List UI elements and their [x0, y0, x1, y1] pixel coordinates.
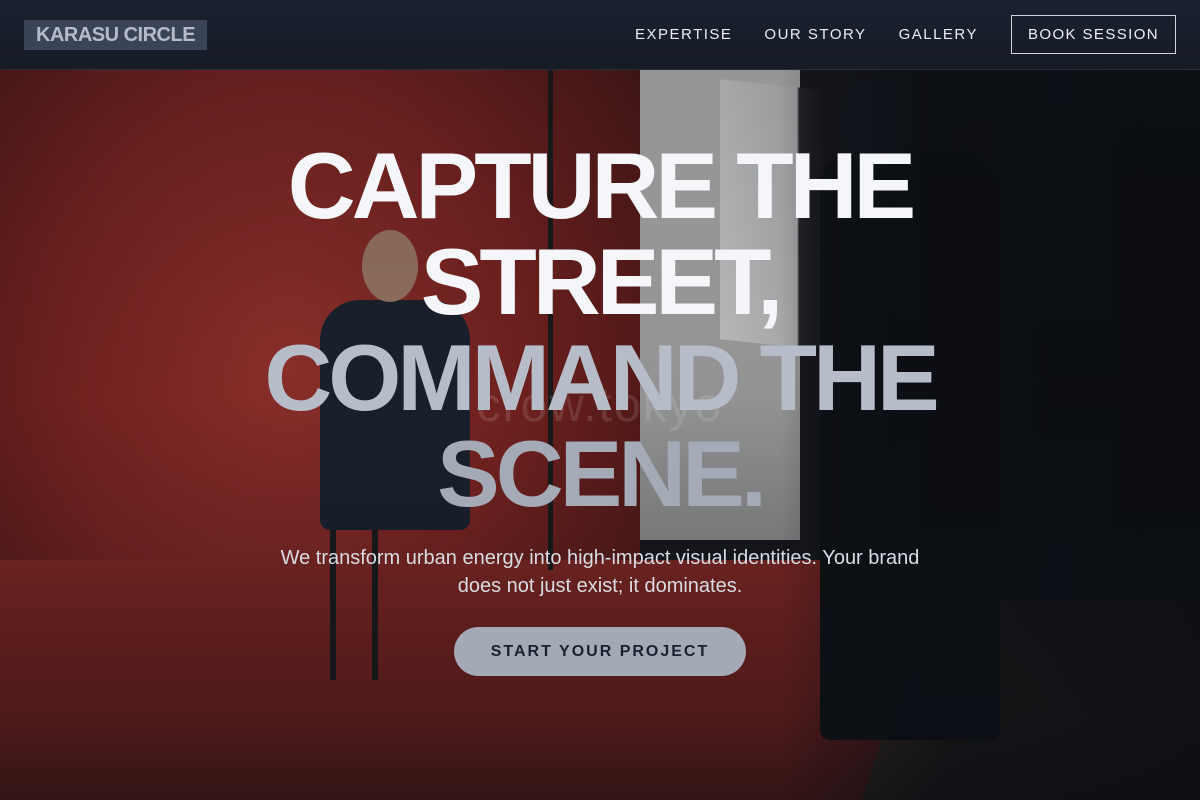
headline-line: CAPTURE THE	[287, 133, 916, 238]
hero-subtitle: We transform urban energy into high-impa…	[280, 547, 920, 597]
nav-link-our-story[interactable]: OUR STORY	[764, 26, 866, 43]
headline-line: SCENE.	[437, 421, 767, 526]
hero-headline: CAPTURE THE STREET, COMMAND THE SCENE.	[0, 138, 1200, 522]
hero-section: crow.tokyo CAPTURE THE STREET, COMMAND T…	[0, 70, 1200, 800]
headline-line: STREET,	[420, 229, 784, 334]
book-session-button[interactable]: BOOK SESSION	[1011, 15, 1176, 54]
brand-logo[interactable]: KARASU CIRCLE	[24, 19, 208, 50]
start-project-button[interactable]: START YOUR PROJECT	[454, 627, 746, 676]
headline-line: COMMAND THE	[264, 325, 939, 430]
nav-link-gallery[interactable]: GALLERY	[899, 26, 978, 43]
nav-link-expertise[interactable]: EXPERTISE	[635, 26, 732, 43]
main-nav: EXPERTISE OUR STORY GALLERY BOOK SESSION	[603, 15, 1176, 54]
site-header: KARASU CIRCLE EXPERTISE OUR STORY GALLER…	[0, 0, 1200, 70]
